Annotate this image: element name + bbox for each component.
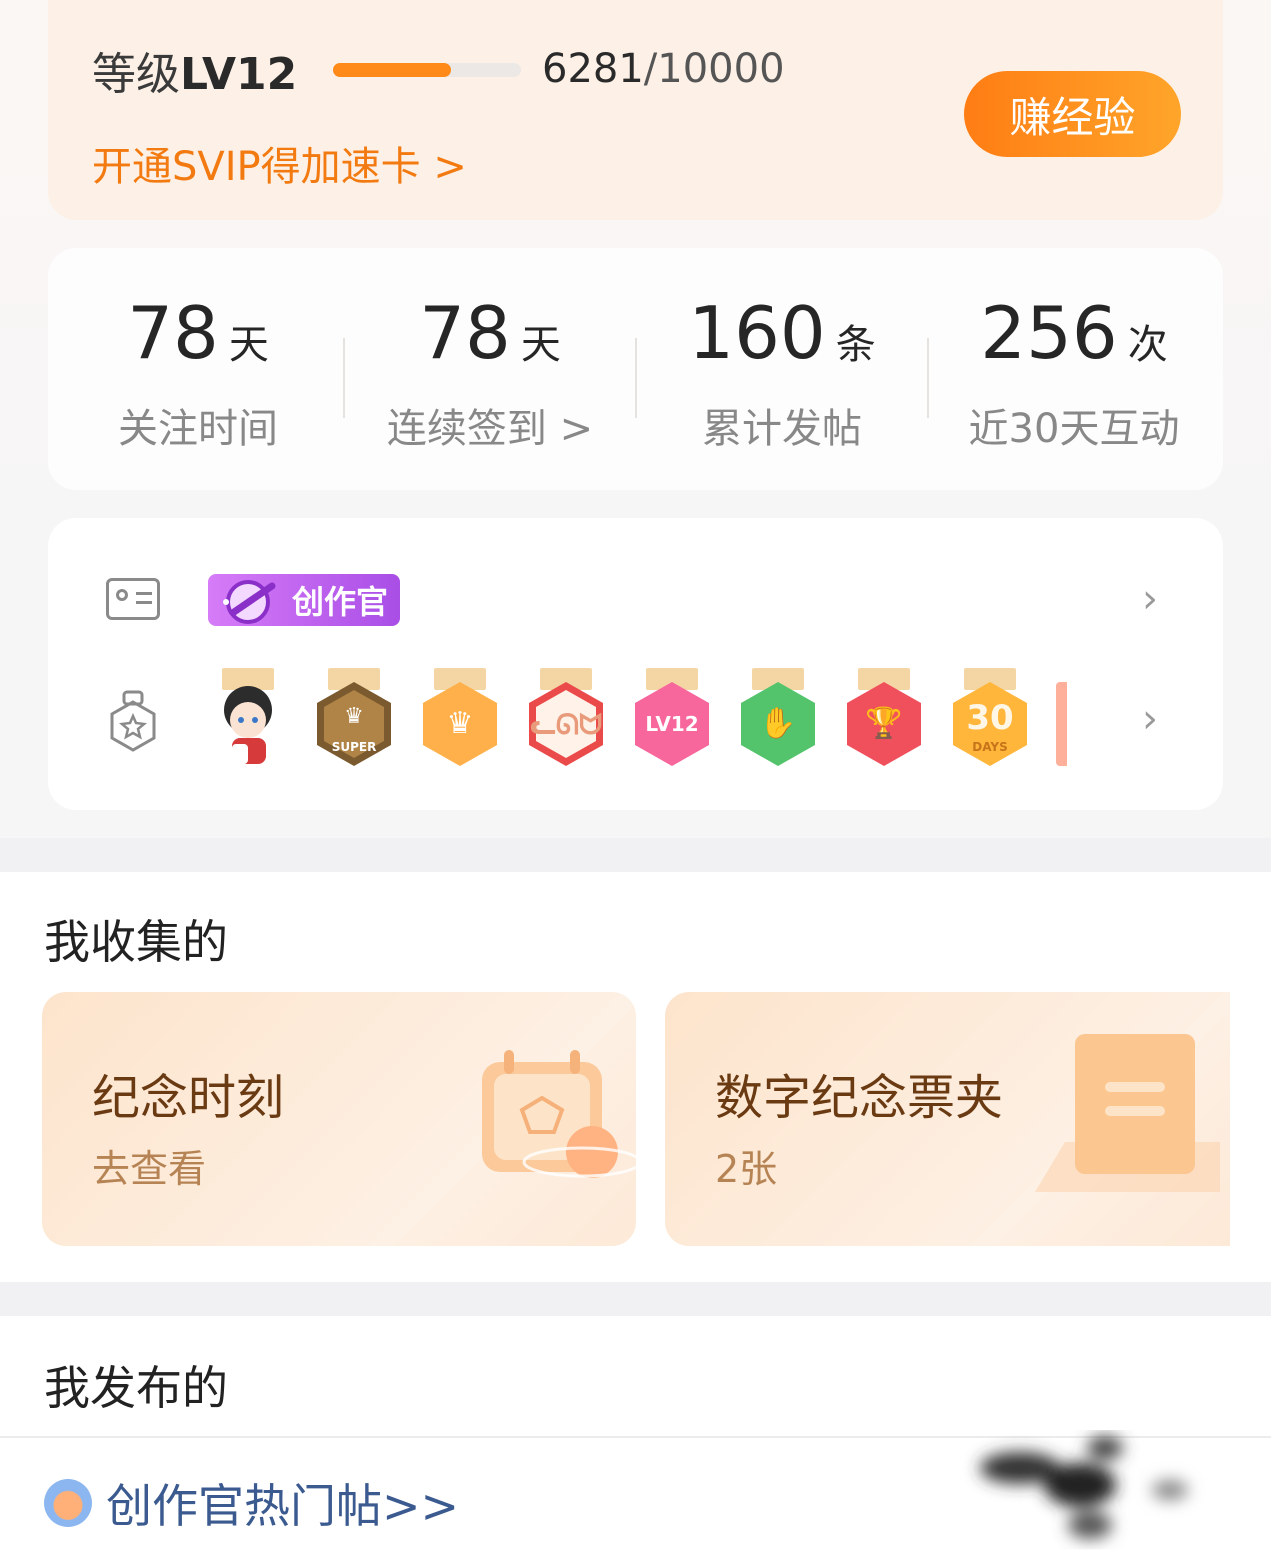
section-separator bbox=[0, 838, 1271, 872]
creator-hot-posts-link[interactable]: 创作官热门帖>> bbox=[44, 1470, 459, 1536]
medal-hand-badge[interactable]: ✋ bbox=[738, 668, 818, 772]
digital-ticket-title: 数字纪念票夹 bbox=[715, 1070, 1004, 1126]
earn-exp-button[interactable]: 赚经验 bbox=[964, 71, 1181, 157]
medal-crown-badge[interactable]: ♛ bbox=[420, 668, 500, 772]
stat-interactions: 256 次 近30天互动 bbox=[968, 291, 1180, 452]
stat-checkin-streak[interactable]: 78 天 连续签到 > bbox=[344, 290, 636, 454]
exp-counter: 6281/10000 bbox=[542, 46, 785, 92]
digital-ticket-subtitle: 2张 bbox=[715, 1147, 778, 1191]
id-card-icon bbox=[106, 578, 160, 620]
memorial-moments-card[interactable]: 纪念时刻 去查看 bbox=[42, 992, 636, 1246]
medal-icon bbox=[110, 690, 156, 752]
medal-cat-badge[interactable]: ᓚᘏᗢ bbox=[526, 668, 606, 772]
svip-speedup-link[interactable]: 开通SVIP得加速卡 > bbox=[92, 134, 467, 192]
creator-mascot-icon bbox=[223, 580, 276, 624]
calendar-gift-icon bbox=[482, 1050, 636, 1178]
hand-icon: ✋ bbox=[759, 706, 797, 741]
digital-ticket-card[interactable]: 数字纪念票夹 2张 bbox=[665, 992, 1230, 1246]
stat-follow-time: 78 天 关注时间 bbox=[118, 291, 278, 452]
medal-avatar-badge[interactable] bbox=[208, 668, 288, 772]
memorial-moments-title: 纪念时刻 bbox=[92, 1070, 285, 1126]
medal-30days-badge[interactable]: 30 DAYS bbox=[950, 668, 1030, 772]
level-value: LV12 bbox=[180, 49, 298, 100]
crown-icon: ♛ bbox=[344, 704, 364, 729]
level-progress-fill bbox=[333, 63, 452, 77]
memorial-moments-subtitle: 去查看 bbox=[92, 1147, 207, 1191]
creator-chevron-icon[interactable]: › bbox=[1142, 576, 1158, 622]
creator-star-icon bbox=[44, 1479, 92, 1527]
medals-chevron-icon[interactable]: › bbox=[1142, 696, 1158, 742]
posts-title: 我发布的 bbox=[44, 1361, 228, 1415]
stat-total-posts: 160 条 累计发帖 bbox=[688, 291, 876, 452]
level-label: 等级LV12 bbox=[92, 49, 298, 100]
medal-super-badge[interactable]: ♛ SUPER bbox=[314, 668, 394, 772]
collections-title: 我收集的 bbox=[44, 915, 228, 969]
cat-mascot-icon: ᓚᘏᗢ bbox=[529, 708, 603, 741]
level-progress-bar bbox=[333, 63, 521, 77]
medal-trophy-badge[interactable]: 🏆 bbox=[844, 668, 924, 772]
crown-icon: ♛ bbox=[446, 706, 474, 741]
ticket-icon bbox=[1035, 1034, 1220, 1192]
trophy-icon: 🏆 bbox=[865, 706, 903, 741]
blurred-image bbox=[980, 1436, 1188, 1539]
medal-level-badge[interactable]: LV12 bbox=[632, 668, 712, 772]
medal-partial bbox=[1056, 682, 1067, 766]
section-separator bbox=[0, 1282, 1271, 1316]
